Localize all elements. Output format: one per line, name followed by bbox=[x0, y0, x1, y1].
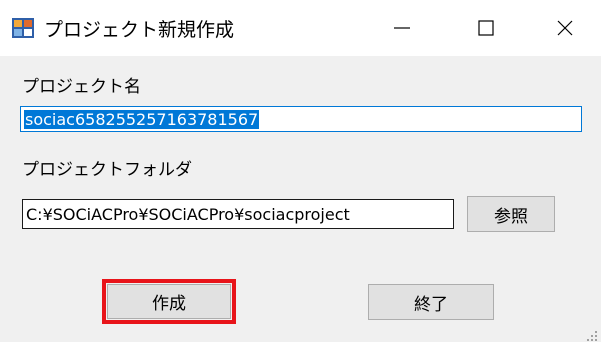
minimize-icon bbox=[394, 27, 410, 29]
title-bar[interactable]: プロジェクト新規作成 bbox=[0, 0, 601, 56]
exit-button[interactable]: 終了 bbox=[368, 284, 494, 320]
highlight-box bbox=[102, 279, 236, 324]
maximize-button[interactable] bbox=[456, 0, 516, 56]
project-folder-input[interactable]: C:¥SOCiACPro¥SOCiACPro¥sociacproject bbox=[22, 199, 454, 229]
browse-button[interactable]: 参照 bbox=[467, 196, 555, 232]
project-name-value: sociac658255257163781567 bbox=[24, 109, 260, 129]
close-button[interactable] bbox=[535, 0, 595, 56]
project-folder-label: プロジェクトフォルダ bbox=[22, 160, 192, 180]
close-icon bbox=[557, 20, 573, 36]
resize-grip-icon[interactable] bbox=[586, 327, 598, 341]
dialog-window: プロジェクト新規作成 プロジェクト名 sociac658255257163781… bbox=[0, 0, 601, 342]
project-name-label: プロジェクト名 bbox=[22, 77, 141, 97]
project-folder-value: C:¥SOCiACPro¥SOCiACPro¥sociacproject bbox=[26, 204, 350, 224]
window-title: プロジェクト新規作成 bbox=[44, 19, 235, 41]
app-icon bbox=[12, 18, 34, 38]
minimize-button[interactable] bbox=[372, 0, 432, 56]
maximize-icon bbox=[478, 20, 494, 36]
project-name-input[interactable]: sociac658255257163781567 bbox=[20, 106, 582, 132]
